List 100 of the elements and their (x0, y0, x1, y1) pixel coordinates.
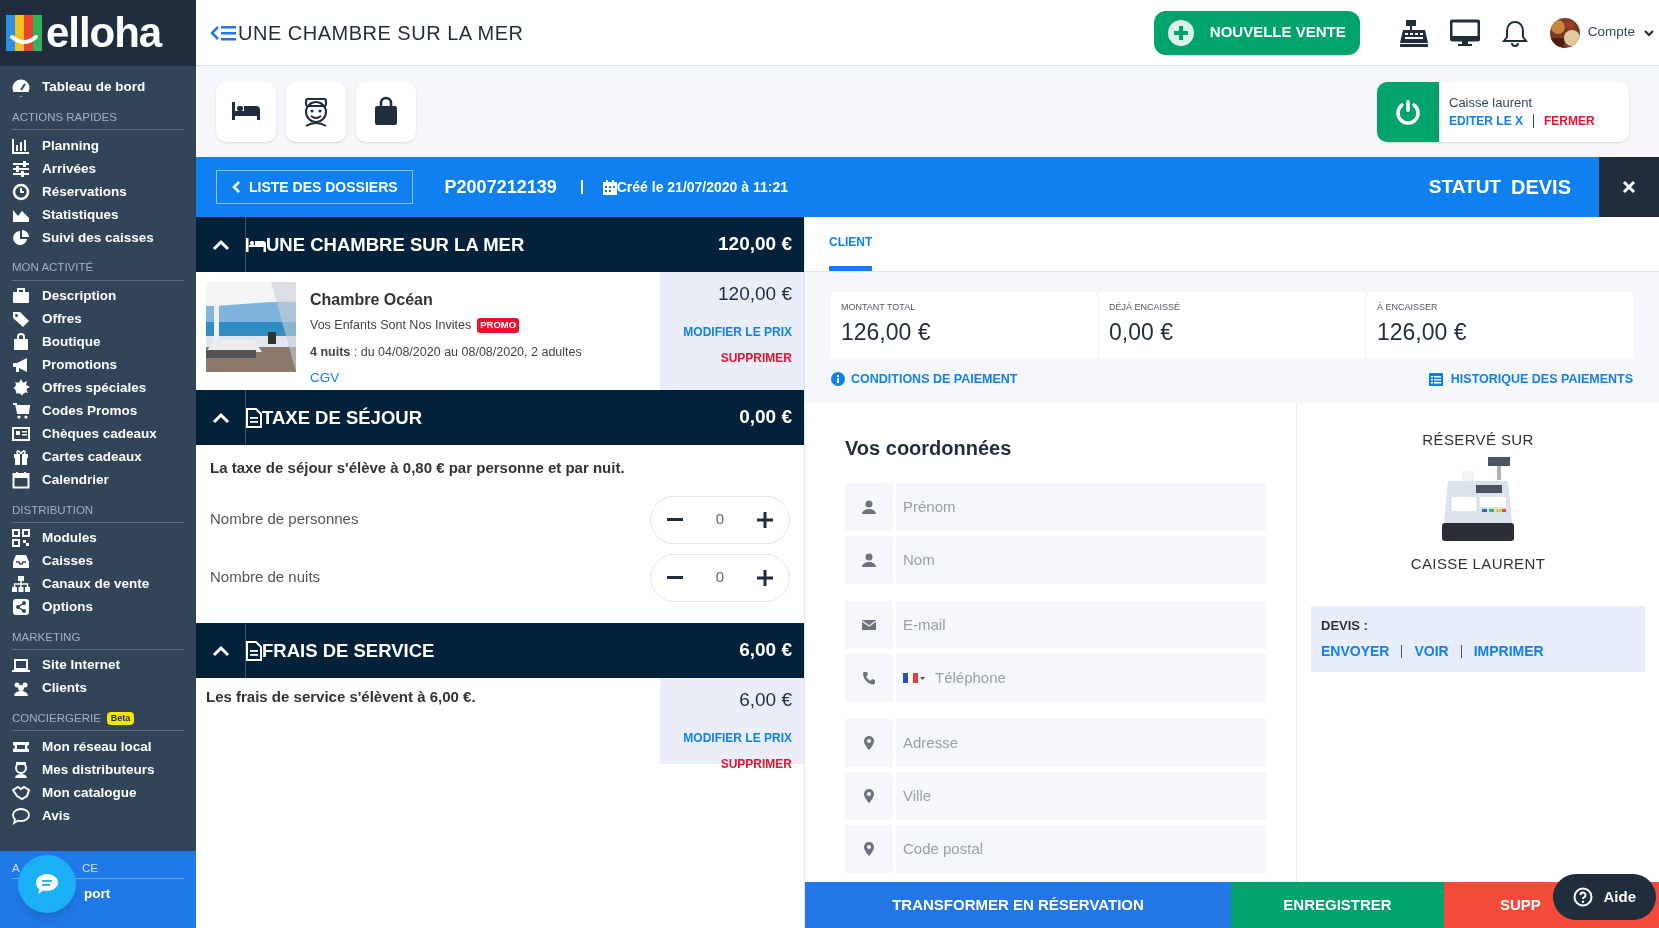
sidebar-item[interactable]: Mon réseau local (12, 735, 184, 759)
plus-icon (757, 511, 773, 528)
promo-badge: PROMO (477, 318, 520, 333)
close-button[interactable] (1599, 157, 1659, 217)
sidebar-item[interactable]: Arrivées (12, 157, 184, 181)
section-heading: A (12, 860, 21, 876)
amount-value: 126,00 € (841, 317, 932, 347)
edit-x-link[interactable]: EDITER LE X (1449, 112, 1523, 131)
sidebar-item[interactable]: Modules (12, 526, 184, 550)
clock-icon (12, 182, 30, 201)
person-icon (862, 499, 876, 514)
sidebar-item[interactable]: Offres (12, 307, 184, 331)
stay-details: 4 nuits : du 04/08/2020 au 08/08/2020, 2 adultes (310, 343, 582, 361)
newspaper-icon (12, 425, 30, 443)
tile-button[interactable] (216, 81, 276, 142)
action-button[interactable]: TRANSFORMER EN RÉSERVATION (805, 882, 1231, 928)
sidebar-item[interactable]: Statistiques (12, 203, 184, 227)
file-number: P2007212139 (444, 175, 557, 199)
sidebar-item[interactable]: Offres spéciales (12, 376, 184, 400)
tile-button[interactable] (286, 81, 346, 142)
location-pin-icon (862, 735, 876, 750)
minus-icon (667, 518, 683, 521)
phone-icon (862, 670, 876, 685)
terms-link[interactable]: CGV (310, 367, 582, 388)
status-label: STATUT (1428, 174, 1501, 199)
sidebar-item[interactable]: Promotions (12, 353, 184, 377)
sidebar-item[interactable]: Mes distributeurs (12, 758, 184, 782)
delete-link[interactable]: SUPPRIMER (720, 754, 792, 773)
sidebar-item[interactable]: Clients (12, 677, 184, 700)
section-heading: CONCIERGERIE (12, 711, 101, 726)
calendar-icon (602, 179, 617, 195)
sidebar-item[interactable]: Cartes cadeaux (12, 445, 184, 469)
gift-icon (12, 448, 30, 466)
booked-on-title: RÉSERVÉ SUR (1422, 429, 1534, 450)
counter-label: Nombre de nuits (210, 567, 321, 588)
beta-badge: Beta (106, 711, 135, 726)
input-field[interactable]: Ville (845, 771, 1266, 820)
counter-value: 0 (715, 509, 725, 530)
input-field[interactable]: Adresse (845, 718, 1266, 767)
section-title: UNE CHAMBRE SUR LA MER (266, 232, 525, 257)
sidebar-item[interactable]: port (84, 883, 111, 905)
megaphone-icon (12, 356, 30, 374)
sidebar-item[interactable]: Chèques cadeaux (12, 422, 184, 446)
quote-label: DEVIS : (1321, 616, 1369, 635)
speech-bubble-icon (34, 872, 60, 896)
input-field[interactable]: Téléphone (845, 653, 1266, 702)
tile-button[interactable] (356, 81, 416, 142)
counter-value: 0 (715, 567, 725, 588)
person-icon (12, 760, 30, 779)
sidebar-item[interactable]: Boutique (12, 330, 184, 354)
section-total: 120,00 € (718, 232, 792, 257)
payment-conditions-link[interactable]: CONDITIONS DE PAIEMENT (831, 370, 1018, 389)
flag-icon (903, 672, 925, 683)
section-total: 0,00 € (739, 405, 792, 430)
laptop-icon (12, 656, 30, 675)
item-price: 120,00 € (718, 282, 792, 306)
location-pin-icon (862, 788, 876, 803)
sidebar-item[interactable]: Codes Promos (12, 399, 184, 423)
list-icon (1428, 372, 1443, 386)
sidebar-item[interactable]: Mon catalogue (12, 781, 184, 805)
calendar-icon (12, 471, 30, 489)
sitemap-icon (12, 575, 30, 594)
section-heading: ACTIONS RAPIDES (12, 110, 117, 125)
sidebar-item[interactable]: Tableau de bord (12, 76, 184, 99)
chevron-up-icon (211, 238, 230, 251)
sidebar-item[interactable]: Description (12, 284, 184, 308)
payment-history-link[interactable]: HISTORIQUE DES PAIEMENTS (1428, 370, 1633, 389)
power-button[interactable] (1377, 81, 1439, 142)
plus-icon (757, 569, 773, 586)
input-field[interactable]: E-mail (845, 600, 1266, 649)
register-name: Caisse laurent (1449, 93, 1534, 112)
section-heading: MON ACTIVITÉ (12, 260, 94, 276)
sidebar-item[interactable]: Planning (12, 134, 184, 158)
back-button[interactable]: LISTE DES DOSSIERS (216, 170, 413, 204)
location-pin-icon (862, 841, 876, 856)
sidebar-item[interactable]: Canaux de vente (12, 572, 184, 596)
help-button[interactable]: Aide (1553, 874, 1656, 920)
account-menu[interactable]: Compte (1549, 17, 1655, 48)
status-value: DEVIS (1510, 175, 1571, 200)
shopping-bag-icon (12, 333, 30, 351)
sidebar-item[interactable]: Avis (12, 804, 184, 828)
amount-label: À ENCAISSER (1377, 301, 1439, 314)
sidebar-item[interactable]: Réservations (12, 180, 184, 204)
delete-link[interactable]: SUPPRIMER (720, 348, 792, 367)
input-field[interactable]: Prénom (845, 482, 1266, 531)
sidebar-item[interactable]: Caisses (12, 549, 184, 573)
help-icon (1573, 887, 1594, 907)
input-field[interactable]: Code postal (845, 824, 1266, 873)
person-icon (862, 552, 876, 567)
sidebar-item[interactable]: Calendrier (12, 468, 184, 492)
sidebar-item[interactable]: Suivi des caisses (12, 226, 184, 250)
sidebar-item[interactable]: Options (12, 595, 184, 619)
offer-name: Vos Enfants Sont Nos Invites (310, 317, 472, 334)
share-icon (12, 598, 30, 617)
input-field[interactable]: Nom (845, 535, 1266, 584)
section-heading: MARKETING (12, 629, 81, 645)
sidebar-item[interactable]: Site Internet (12, 654, 184, 677)
pie-chart-icon (12, 228, 30, 247)
close-link[interactable]: FERMER (1544, 112, 1595, 131)
power-icon (1394, 97, 1422, 126)
